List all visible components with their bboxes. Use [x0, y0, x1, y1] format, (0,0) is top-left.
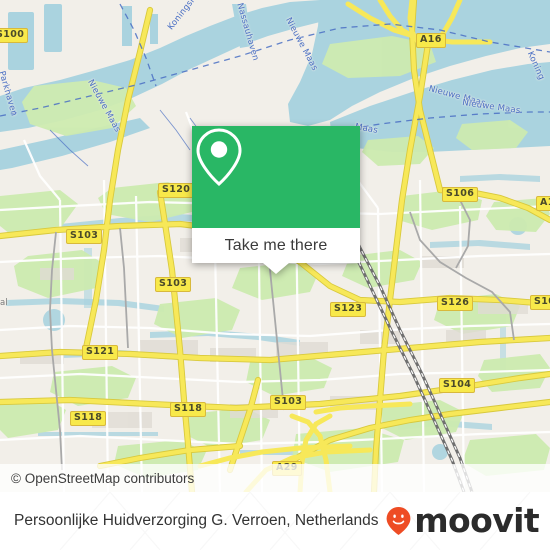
moovit-map-screenshot: Koningshaven Nassauhaven Nieuwe Maas Nie…: [0, 0, 550, 550]
moovit-brand[interactable]: moovit: [385, 501, 540, 540]
road-shield[interactable]: A16: [536, 196, 550, 211]
moovit-smiley-pin-icon: [386, 507, 411, 535]
road-shield[interactable]: S118: [170, 402, 207, 417]
map-attribution-bar: © OpenStreetMap contributors: [0, 464, 550, 492]
map-canvas[interactable]: Koningshaven Nassauhaven Nieuwe Maas Nie…: [0, 0, 550, 492]
map-pin-icon: [196, 128, 242, 187]
road-shield[interactable]: S105: [530, 295, 550, 310]
road-shield[interactable]: S118: [70, 411, 107, 426]
road-shield[interactable]: S100: [0, 28, 29, 43]
take-me-there-label[interactable]: Take me there: [225, 237, 328, 255]
road-shield[interactable]: S121: [82, 345, 119, 360]
moovit-wordmark: moovit: [414, 501, 539, 540]
road-shield[interactable]: A16: [416, 33, 446, 48]
road-shield[interactable]: S104: [439, 378, 476, 393]
popup-pointer: [263, 263, 289, 274]
road-shield[interactable]: S103: [155, 277, 192, 292]
osm-attribution-text[interactable]: © OpenStreetMap contributors: [0, 471, 194, 486]
popup-icon-area: [192, 126, 360, 228]
footer-bar: Persoonlijke Huidverzorging G. Verroen, …: [0, 492, 550, 550]
road-shield[interactable]: S126: [437, 296, 474, 311]
popup-action-area[interactable]: Take me there: [192, 228, 360, 263]
location-caption: Persoonlijke Huidverzorging G. Verroen, …: [14, 512, 379, 529]
road-shield[interactable]: S106: [442, 187, 479, 202]
location-popup-card[interactable]: Take me there: [192, 126, 360, 274]
road-shield[interactable]: S123: [330, 302, 367, 317]
road-shield[interactable]: S103: [66, 229, 103, 244]
road-shield[interactable]: S103: [270, 395, 307, 410]
road-shield[interactable]: S120: [158, 183, 195, 198]
